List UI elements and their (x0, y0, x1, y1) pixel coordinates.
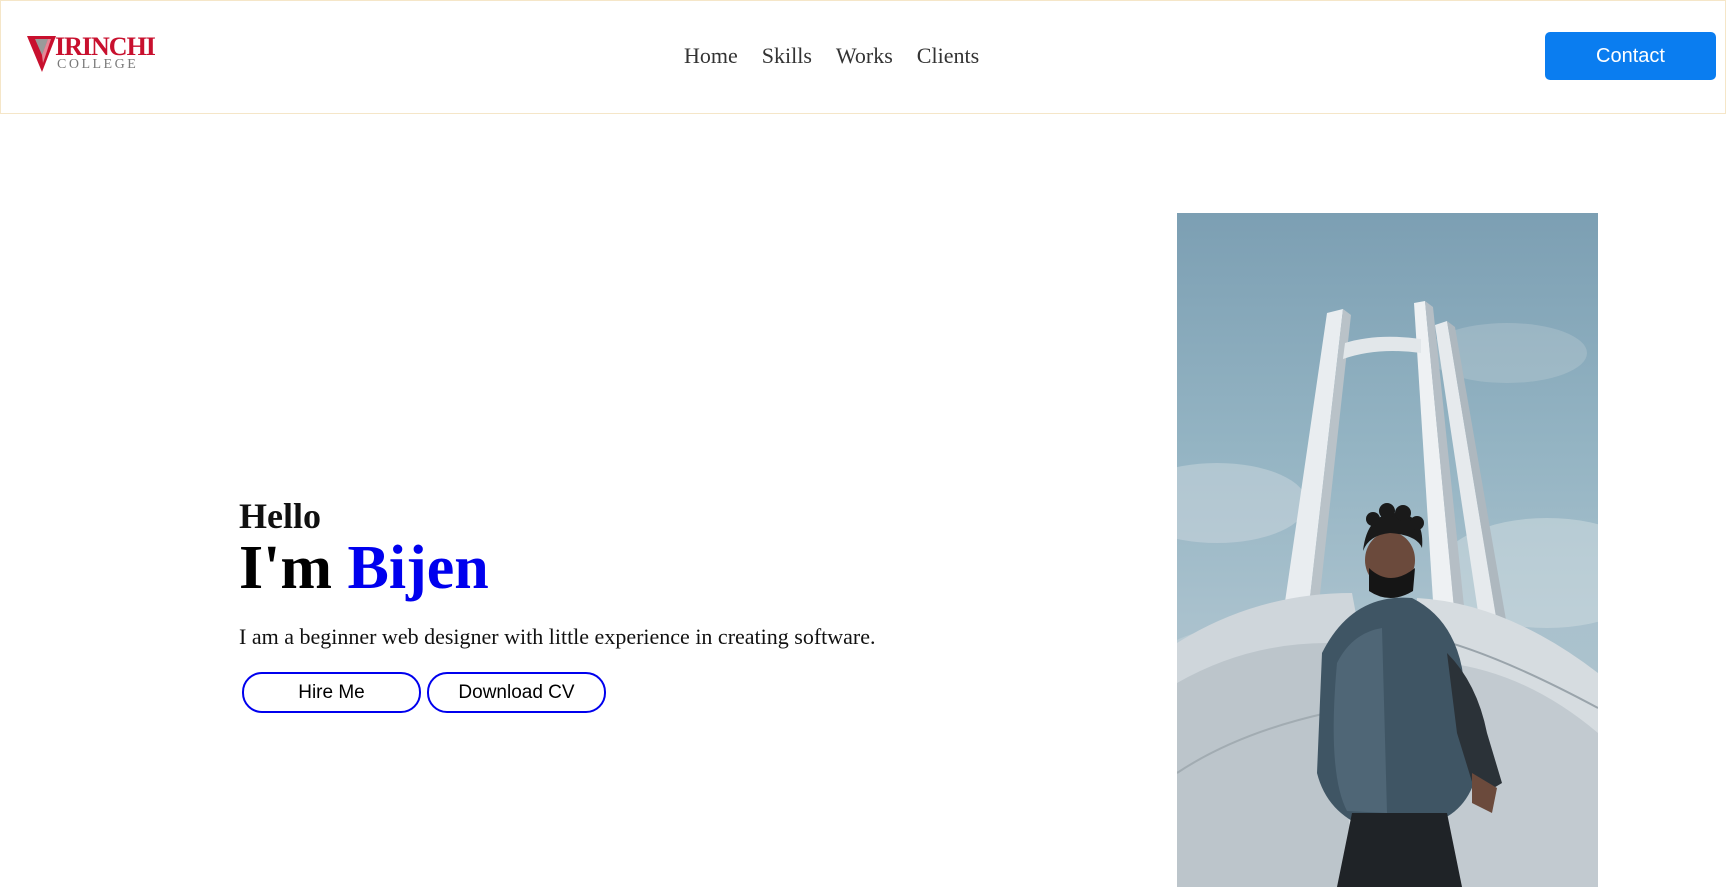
college-logo[interactable]: IRINCHI COLLEGE (27, 33, 157, 77)
hero-photo (1177, 213, 1598, 887)
hire-me-button[interactable]: Hire Me (242, 672, 421, 713)
hero-description: I am a beginner web designer with little… (239, 624, 876, 649)
hero-section: Hello I'm Bijen I am a beginner web desi… (239, 496, 876, 713)
logo-v-icon (27, 36, 56, 72)
hero-name: Bijen (347, 534, 489, 602)
hero-buttons: Hire Me Download CV (242, 672, 876, 713)
hero-title: I'm Bijen (239, 536, 876, 600)
main-nav: Home Skills Works Clients (684, 39, 979, 73)
person-photo-icon (1177, 301, 1598, 887)
logo-subtext: COLLEGE (57, 57, 139, 72)
download-cv-button[interactable]: Download CV (427, 672, 606, 713)
nav-clients[interactable]: Clients (917, 43, 979, 69)
contact-button[interactable]: Contact (1545, 32, 1716, 80)
nav-skills[interactable]: Skills (762, 43, 812, 69)
hero-greeting: Hello (239, 496, 321, 536)
nav-works[interactable]: Works (836, 43, 893, 69)
site-header: IRINCHI COLLEGE Home Skills Works Client… (0, 0, 1726, 114)
nav-home[interactable]: Home (684, 43, 738, 69)
hero-title-prefix: I'm (239, 534, 348, 602)
